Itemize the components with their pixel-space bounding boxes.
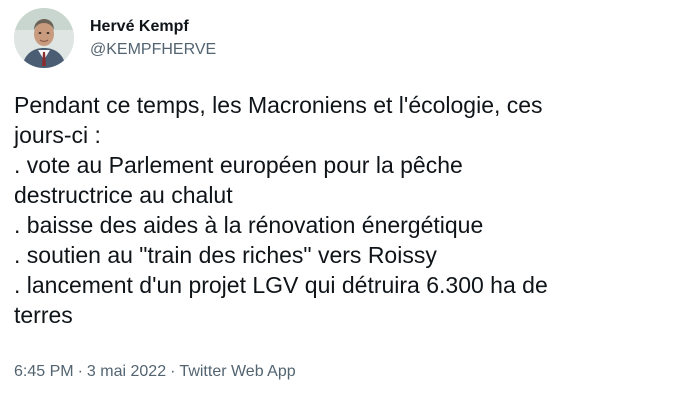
tweet-card: Hervé Kempf @KEMPFHERVE Pendant ce temps… bbox=[0, 0, 700, 413]
tweet-date[interactable]: 3 mai 2022 bbox=[87, 363, 166, 380]
tweet-text-line: . soutien au "train des riches" vers Roi… bbox=[14, 242, 437, 268]
tweet-text-line: . vote au Parlement européen pour la pêc… bbox=[14, 152, 463, 178]
avatar[interactable] bbox=[14, 8, 74, 68]
author-names: Hervé Kempf @KEMPFHERVE bbox=[90, 17, 216, 60]
tweet-text-line: . baisse des aides à la rénovation énerg… bbox=[14, 212, 484, 238]
tweet-source[interactable]: Twitter Web App bbox=[179, 363, 295, 380]
author-handle[interactable]: @KEMPFHERVE bbox=[90, 40, 216, 60]
tweet-text-line: Pendant ce temps, les Macroniens et l'éc… bbox=[14, 92, 543, 118]
tweet-time[interactable]: 6:45 PM bbox=[14, 363, 74, 380]
profile-photo-icon bbox=[14, 8, 74, 68]
tweet-text: Pendant ce temps, les Macroniens et l'éc… bbox=[14, 90, 690, 330]
tweet-text-line: terres bbox=[14, 302, 73, 328]
tweet-text-line: destructrice au chalut bbox=[14, 182, 233, 208]
meta-separator: · bbox=[77, 363, 83, 380]
tweet-header: Hervé Kempf @KEMPFHERVE bbox=[14, 8, 216, 68]
author-display-name[interactable]: Hervé Kempf bbox=[90, 17, 216, 37]
tweet-text-line: . lancement d'un projet LGV qui détruira… bbox=[14, 272, 548, 298]
tweet-metadata: 6:45 PM · 3 mai 2022 · Twitter Web App bbox=[14, 362, 296, 382]
meta-separator: · bbox=[170, 363, 176, 380]
tweet-text-line: jours-ci : bbox=[14, 122, 101, 148]
